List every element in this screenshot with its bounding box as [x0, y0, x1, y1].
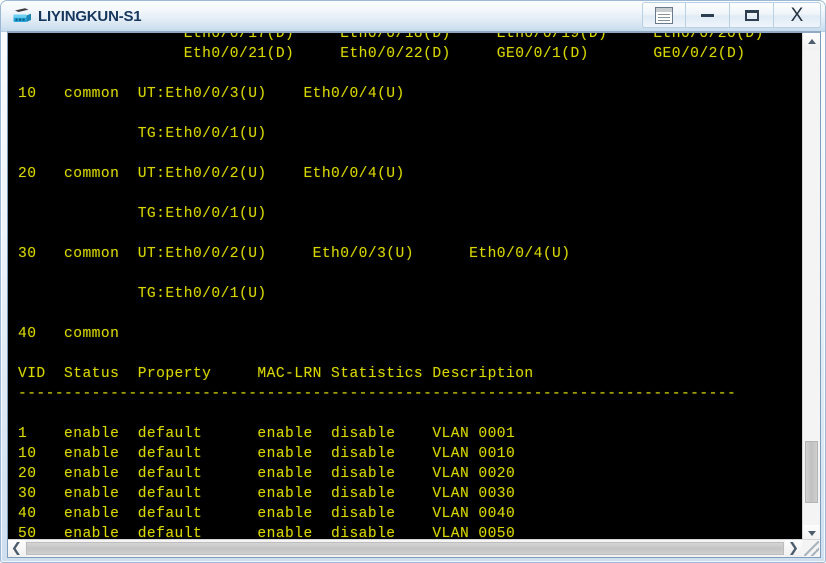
terminal-output-area[interactable]: Eth0/0/17(D) Eth0/0/18(D) Eth0/0/19(D) E… [8, 33, 802, 542]
horizontal-scrollbar-thumb[interactable] [26, 542, 784, 555]
terminal-window: LIYINGKUN-S1 X Eth0/0/17(D) Eth0/0/18(D) [0, 0, 826, 563]
chevron-right-icon: ❯ [788, 541, 799, 556]
maximize-icon [744, 9, 759, 21]
minimize-button[interactable] [686, 2, 730, 28]
scroll-right-button[interactable]: ❯ [785, 540, 802, 557]
close-button[interactable]: X [774, 2, 821, 28]
close-icon: X [790, 4, 804, 26]
document-icon [655, 6, 673, 24]
chevron-up-icon [807, 39, 816, 44]
switch-device-icon [11, 6, 33, 26]
resize-grip-icon[interactable] [804, 541, 819, 556]
chevron-left-icon: ❮ [11, 541, 22, 556]
horizontal-scrollbar[interactable]: ❮ ❯ [8, 539, 820, 557]
terminal-frame: Eth0/0/17(D) Eth0/0/18(D) Eth0/0/19(D) E… [7, 31, 821, 558]
title-bar[interactable]: LIYINGKUN-S1 X [1, 1, 825, 32]
minimize-icon [701, 13, 714, 17]
chevron-down-icon [807, 531, 816, 536]
window-title: LIYINGKUN-S1 [38, 7, 142, 25]
scroll-up-button[interactable] [803, 33, 820, 50]
scroll-left-button[interactable]: ❮ [8, 540, 25, 557]
paste-button[interactable] [642, 2, 686, 28]
terminal-output-text: Eth0/0/17(D) Eth0/0/18(D) Eth0/0/19(D) E… [18, 33, 764, 542]
maximize-button[interactable] [730, 2, 774, 28]
vertical-scrollbar[interactable] [802, 33, 820, 542]
vertical-scrollbar-thumb[interactable] [805, 441, 818, 503]
window-controls: X [642, 2, 821, 29]
